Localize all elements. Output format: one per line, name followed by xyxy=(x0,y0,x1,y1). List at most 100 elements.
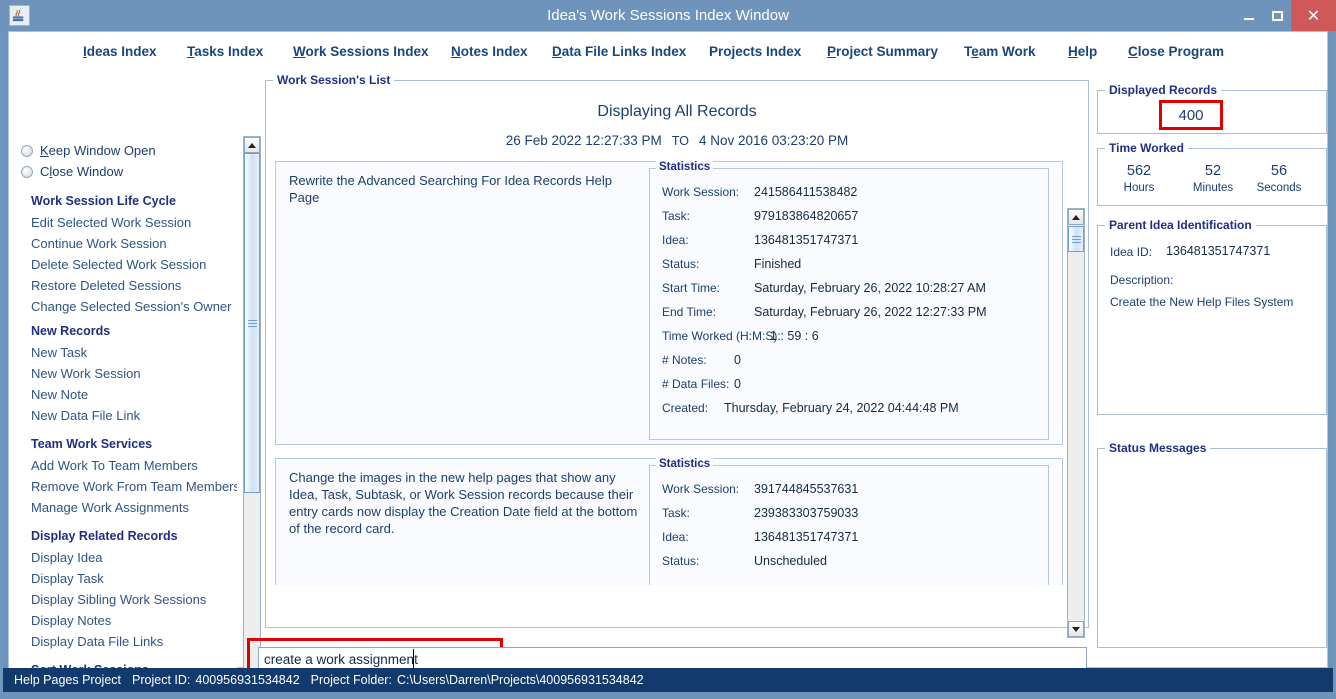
time-worked-column: 562 Hours xyxy=(1104,163,1174,194)
menu-item-data-file-links-index[interactable]: Data File Links Index xyxy=(552,44,686,59)
menu-item-help[interactable]: Help xyxy=(1068,44,1097,59)
record-description: Change the images in the new help pages … xyxy=(289,470,638,536)
records-scroll-up-button[interactable] xyxy=(1068,209,1084,225)
records-scroll-down-button[interactable] xyxy=(1068,621,1084,637)
stat-value: Finished xyxy=(754,257,802,271)
sidebar-item-display-task[interactable]: Display Task xyxy=(31,571,104,586)
sidebar-radio-close-window[interactable]: Close Window xyxy=(21,164,123,179)
records-scrollbar[interactable] xyxy=(1067,208,1085,638)
idea-id-label: Idea ID: xyxy=(1110,245,1153,259)
stat-label: # Data Files: xyxy=(662,377,730,391)
stat-value: Saturday, February 26, 2022 10:28:27 AM xyxy=(754,281,986,295)
displayed-records-box: Displayed Records 400 xyxy=(1097,83,1327,134)
status-messages-box: Status Messages xyxy=(1097,441,1327,648)
stat-label: Work Session: xyxy=(662,185,740,199)
sidebar-scrollbar[interactable] xyxy=(243,136,261,696)
record-statistics: Statistics Work Session: 391744845537631 Ta… xyxy=(649,458,1049,585)
records-scroll-thumb[interactable] xyxy=(1068,226,1084,252)
status-project-id-value: 400956931534842 xyxy=(195,673,300,687)
records-list[interactable]: Rewrite the Advanced Searching For Idea … xyxy=(275,161,1065,585)
window-title: Idea's Work Sessions Index Window xyxy=(547,7,789,24)
status-project-folder-label: Project Folder: xyxy=(310,673,392,687)
stat-label: Time Worked (H:M:S): xyxy=(662,329,781,343)
application-window: Idea's Work Sessions Index Window ✕ Idea… xyxy=(0,0,1336,699)
sidebar-item-new-note[interactable]: New Note xyxy=(31,387,88,402)
sidebar-item-edit-selected-work-session[interactable]: Edit Selected Work Session xyxy=(31,215,191,230)
statistics-legend: Statistics xyxy=(656,458,714,470)
stat-value: Saturday, February 26, 2022 12:27:33 PM xyxy=(754,305,987,319)
sidebar-item-display-data-file-links[interactable]: Display Data File Links xyxy=(31,634,163,649)
stat-value: 0 xyxy=(734,377,741,391)
sidebar-item-display-sibling-work-sessions[interactable]: Display Sibling Work Sessions xyxy=(31,592,206,607)
sidebar-item-new-work-session[interactable]: New Work Session xyxy=(31,366,141,381)
grip-icon xyxy=(1071,234,1081,245)
sidebar-scroll-thumb[interactable] xyxy=(244,153,260,493)
sidebar-item-add-work-to-team-members[interactable]: Add Work To Team Members xyxy=(31,458,198,473)
sidebar-group-work-session-life-cycle: Work Session Life Cycle xyxy=(31,194,176,208)
stat-row: Work Session: 241586411538482 xyxy=(662,185,857,199)
sidebar-group-display-related-records: Display Related Records xyxy=(31,529,178,543)
menu-item-team-work[interactable]: Team Work xyxy=(964,44,1036,59)
stat-value: 136481351747371 xyxy=(754,530,859,544)
stat-label: End Time: xyxy=(662,305,717,319)
stat-label: Task: xyxy=(662,506,691,520)
idea-id-value: 136481351747371 xyxy=(1166,244,1271,258)
sidebar-item-remove-work-from-team-members[interactable]: Remove Work From Team Members xyxy=(31,479,237,494)
sidebar-item-manage-work-assignments[interactable]: Manage Work Assignments xyxy=(31,500,189,515)
close-button[interactable]: ✕ xyxy=(1291,0,1336,31)
window-controls: ✕ xyxy=(1235,0,1336,31)
menu-item-ideas-index[interactable]: Ideas Index xyxy=(83,44,157,59)
menu-bar: Ideas Index Tasks Index Work Sessions Inde… xyxy=(9,32,1327,72)
stat-row: Start Time: Saturday, February 26, 2022 1… xyxy=(662,281,986,295)
menu-item-project-summary[interactable]: Project Summary xyxy=(827,44,938,59)
sidebar-item-new-task[interactable]: New Task xyxy=(31,345,87,360)
stat-row: Work Session: 391744845537631 xyxy=(662,482,858,496)
displaying-title: Displaying All Records xyxy=(597,103,757,120)
maximize-button[interactable] xyxy=(1263,0,1291,31)
stat-label: Idea: xyxy=(662,530,689,544)
status-messages-legend: Status Messages xyxy=(1105,441,1211,455)
stat-label: Work Session: xyxy=(662,482,740,496)
status-project-name: Help Pages Project xyxy=(14,673,122,687)
minimize-button[interactable] xyxy=(1235,0,1263,31)
sidebar-radio-label: Keep Window Open xyxy=(40,143,156,158)
menu-item-projects-index[interactable]: Projects Index xyxy=(709,44,801,59)
record-card[interactable]: Change the images in the new help pages … xyxy=(275,458,1063,585)
sidebar-item-display-notes[interactable]: Display Notes xyxy=(31,613,111,628)
menu-item-tasks-index[interactable]: Tasks Index xyxy=(187,44,263,59)
record-card[interactable]: Rewrite the Advanced Searching For Idea … xyxy=(275,161,1063,445)
time-worked-column: 56 Seconds xyxy=(1244,163,1314,194)
parent-idea-box: Parent Idea Identification Idea ID: 1364… xyxy=(1097,218,1327,415)
chevron-up-icon xyxy=(1072,214,1080,220)
minimize-icon xyxy=(1244,17,1254,20)
sidebar-item-new-data-file-link[interactable]: New Data File Link xyxy=(31,408,140,423)
range-end: 4 Nov 2016 03:23:20 PM xyxy=(698,133,849,148)
chevron-up-icon xyxy=(248,142,256,148)
sidebar-item-delete-selected-work-session[interactable]: Delete Selected Work Session xyxy=(31,257,206,272)
stat-row: Created: Thursday, February 24, 2022 04:4… xyxy=(662,401,959,415)
sidebar-item-change-selected-session-s-owner[interactable]: Change Selected Session's Owner xyxy=(31,299,231,314)
menu-item-work-sessions-index[interactable]: Work Sessions Index xyxy=(293,44,429,59)
time-worked-box: Time Worked 562 Hours 52 Minutes 56 Seconds xyxy=(1097,141,1327,206)
panel-legend: Work Session's List xyxy=(273,73,395,87)
record-statistics: Statistics Work Session: 241586411538482 Ta… xyxy=(649,161,1049,440)
range-start: 26 Feb 2022 12:27:33 PM xyxy=(505,133,662,148)
close-icon: ✕ xyxy=(1306,7,1321,25)
stat-row: Idea: 136481351747371 xyxy=(662,233,858,247)
menu-item-close-program[interactable]: Close Program xyxy=(1128,44,1224,59)
stat-label: Status: xyxy=(662,554,700,568)
sidebar-item-display-idea[interactable]: Display Idea xyxy=(31,550,103,565)
time-worked-value: 562 xyxy=(1126,163,1152,179)
sidebar-group-new-records: New Records xyxy=(31,324,111,338)
window-bottom-edge xyxy=(0,692,1336,699)
parent-idea-legend: Parent Idea Identification xyxy=(1105,218,1256,232)
sidebar-radio-keep-window-open[interactable]: Keep Window Open xyxy=(21,143,156,158)
displayed-records-legend: Displayed Records xyxy=(1105,83,1222,97)
sidebar-item-restore-deleted-sessions[interactable]: Restore Deleted Sessions xyxy=(31,278,181,293)
description-label: Description: xyxy=(1110,273,1174,287)
status-project-folder-value: C:\Users\Darren\Projects\400956931534842 xyxy=(396,673,644,687)
sidebar-item-continue-work-session[interactable]: Continue Work Session xyxy=(31,236,167,251)
sidebar-scroll-up-button[interactable] xyxy=(244,137,260,153)
stat-value: Thursday, February 24, 2022 04:44:48 PM xyxy=(724,401,959,415)
menu-item-notes-index[interactable]: Notes Index xyxy=(451,44,528,59)
